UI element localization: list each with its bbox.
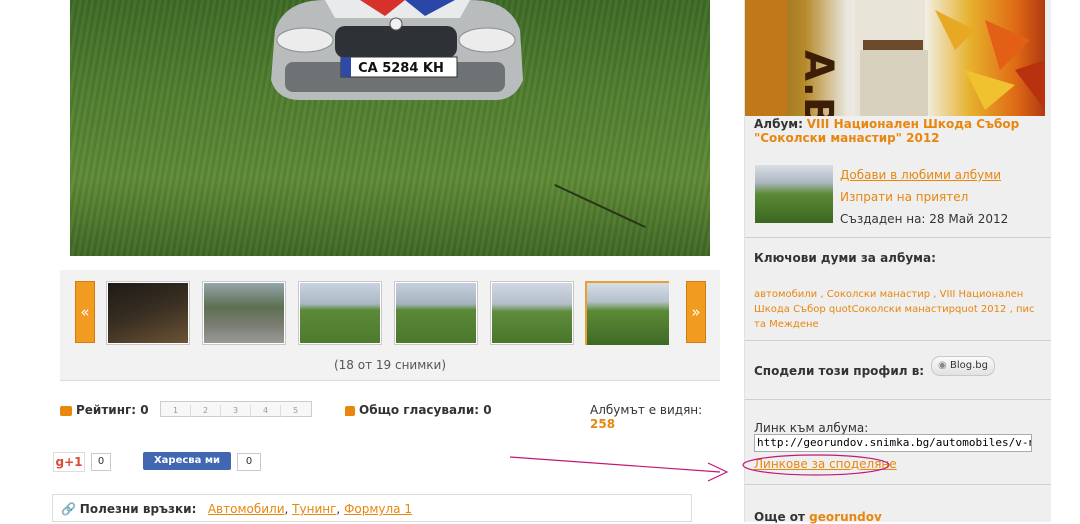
views-label: Албумът е видян:	[590, 403, 703, 417]
sidebar: A.BG Албум: VIII Национален Шкода Събор …	[744, 0, 1051, 524]
thumb-4[interactable]	[394, 281, 478, 345]
tag-sokolski[interactable]: Соколски манастир	[827, 289, 930, 300]
next-arrow-button[interactable]: »	[686, 281, 706, 343]
thumb-2[interactable]	[202, 281, 286, 345]
add-to-favorites-link[interactable]: Добави в любими албуми	[840, 168, 1001, 182]
link-formula1[interactable]: Формула 1	[344, 502, 412, 516]
votes-wrap: Общо гласували: 0	[345, 403, 492, 417]
tag-automobiles[interactable]: автомобили	[754, 289, 817, 300]
car-image: CA 5284 KH	[271, 0, 523, 100]
rating-row: Рейтинг: 0 12345 Общо гласували: 0 Албум…	[60, 398, 720, 431]
tag-skoda[interactable]: Шкода Събор quotСоколски манастирquot 20…	[754, 304, 1006, 315]
facebook-count: 0	[237, 453, 261, 471]
useful-links-content: 🔗 Полезни връзки: Автомобили, Тунинг, Фо…	[61, 502, 412, 516]
album-heading: Албум: VIII Национален Шкода Събор "Соко…	[754, 117, 1044, 145]
divider	[745, 237, 1051, 238]
next-arrow-icon: »	[691, 303, 701, 321]
views-value: 258	[590, 417, 616, 431]
useful-links-bar: 🔗 Полезни връзки: Автомобили, Тунинг, Фо…	[52, 494, 692, 522]
rate-5[interactable]: 5	[281, 405, 310, 417]
license-plate-text: CA 5284 KH	[358, 61, 444, 76]
blog-bg-share-button[interactable]: ◉ Blog.bg	[931, 356, 995, 376]
photo-counter: (18 от 19 снимки)	[333, 358, 447, 372]
annotation-arrow-line	[509, 456, 721, 473]
facebook-like-button[interactable]: Харесва ми	[143, 452, 231, 470]
svg-text:A.BG: A.BG	[795, 50, 841, 116]
blog-bg-icon: ◉	[938, 360, 947, 371]
divider	[745, 340, 1051, 341]
sep: ,	[336, 502, 341, 516]
rate-3[interactable]: 3	[221, 405, 251, 417]
keywords-title: Ключови думи за албума:	[754, 251, 936, 265]
thumbnail-strip: « » (18 от 19 снимки)	[60, 270, 720, 381]
album-link-input[interactable]: http://georundov.snimka.bg/automobiles/v…	[754, 434, 1032, 452]
album-link-label: Линк към албума:	[754, 421, 869, 435]
gplus-count: 0	[91, 453, 111, 471]
blog-bg-label: Blog.bg	[949, 360, 988, 371]
rating-stars[interactable]: 12345	[160, 401, 312, 417]
album-cover-thumbnail[interactable]	[755, 165, 833, 223]
thumb-1[interactable]	[106, 281, 190, 345]
prev-arrow-icon: «	[80, 303, 90, 321]
thumb-5[interactable]	[490, 281, 574, 345]
share-title: Сподели този профил в:	[754, 364, 925, 378]
send-to-friend-link[interactable]: Изпрати на приятел	[840, 190, 968, 204]
rate-2[interactable]: 2	[191, 405, 221, 417]
tag-pista[interactable]: пис	[1016, 304, 1035, 315]
album-photo[interactable]: CA 5284 KH	[70, 0, 710, 256]
rate-1[interactable]: 1	[161, 405, 191, 417]
thumb-3[interactable]	[298, 281, 382, 345]
annotation-arrowhead	[707, 462, 729, 482]
views-wrap: Албумът е видян: 258	[590, 403, 720, 431]
prev-arrow-button[interactable]: «	[75, 281, 95, 343]
album-prefix: Албум:	[754, 117, 803, 131]
votes-label: Общо гласували: 0	[359, 403, 492, 417]
rating-icon	[60, 405, 72, 416]
useful-links-label: Полезни връзки:	[79, 502, 197, 516]
rate-4[interactable]: 4	[251, 405, 281, 417]
tag-pista-cont[interactable]: та Междене	[754, 319, 819, 330]
share-links-link[interactable]: Линкове за споделяне	[754, 457, 897, 471]
sep: ,	[284, 502, 289, 516]
thumb-6-active[interactable]	[585, 281, 669, 345]
link-tuning[interactable]: Тунинг	[292, 502, 336, 516]
facebook-label: Харесва ми	[153, 455, 221, 466]
rating-label: Рейтинг: 0	[76, 403, 149, 417]
link-icon: 🔗	[61, 502, 76, 516]
tag-viii[interactable]: VIII Национален	[940, 289, 1024, 300]
advertisement-banner[interactable]: A.BG	[745, 0, 1045, 116]
gplus-label: g+1	[55, 455, 83, 469]
link-automobiles[interactable]: Автомобили	[208, 502, 285, 516]
rating-label-wrap: Рейтинг: 0	[60, 403, 149, 417]
divider	[745, 484, 1051, 485]
gplus-button[interactable]: g+1	[53, 452, 85, 472]
banner-artwork: A.BG	[745, 0, 1045, 116]
divider	[745, 399, 1051, 400]
comment-icon	[345, 405, 355, 416]
created-date: Създаден на: 28 Май 2012	[840, 212, 1009, 226]
keywords-list: автомобили , Соколски манастир , VIII На…	[754, 289, 1035, 330]
